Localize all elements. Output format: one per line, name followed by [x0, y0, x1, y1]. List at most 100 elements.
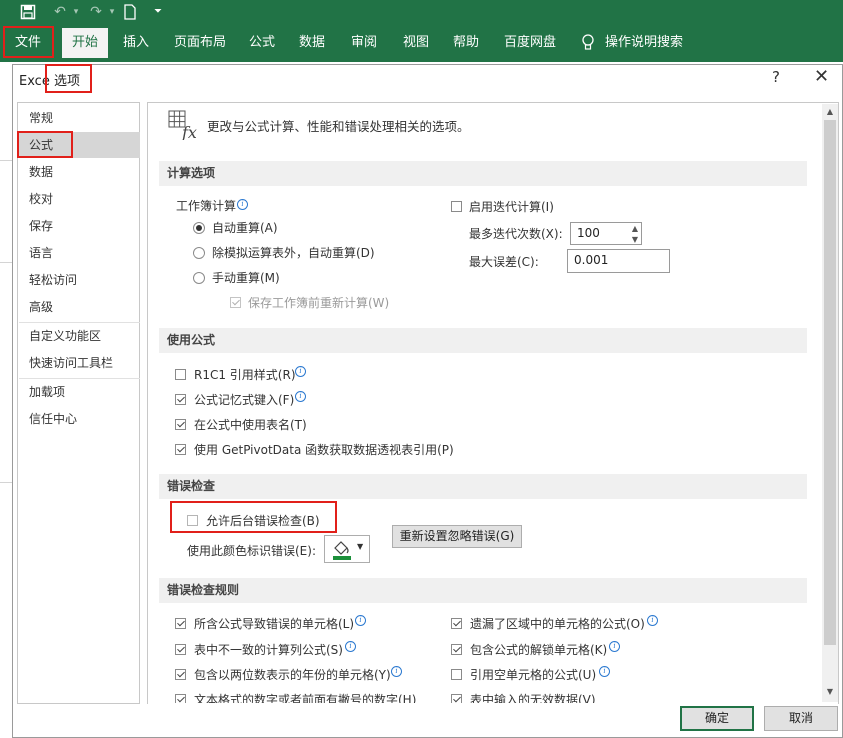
gridline — [0, 482, 12, 483]
tab-baidu-netdisk[interactable]: 百度网盘 — [500, 28, 560, 58]
nav-item-trust-center[interactable]: 信任中心 — [19, 406, 140, 432]
scrollbar-thumb[interactable] — [824, 120, 836, 645]
checkbox-rule-two-digit-year-label[interactable]: 包含以两位数表示的年份的单元格(Y) — [194, 667, 391, 683]
radio-automatic[interactable] — [193, 222, 205, 234]
max-iterations-input[interactable]: 100 ▲ ▼ — [570, 222, 642, 245]
info-icon: i — [237, 199, 248, 210]
nav-item-quick-access-toolbar[interactable]: 快速访问工具栏 — [19, 350, 140, 376]
workbook-calc-text: 工作簿计算 — [176, 199, 237, 213]
checkbox-r1c1-label[interactable]: R1C1 引用样式(R) — [194, 367, 296, 383]
info-icon: i — [355, 615, 366, 626]
checkbox-rule-inconsistent-column-label[interactable]: 表中不一致的计算列公式(S) — [194, 642, 343, 658]
tab-review[interactable]: 审阅 — [346, 28, 382, 58]
dialog-title-prefix: Exce — [19, 74, 50, 89]
checkbox-rule-omitted-cells-label[interactable]: 遗漏了区域中的单元格的公式(O) — [470, 616, 645, 632]
nav-item-data[interactable]: 数据 — [19, 159, 140, 185]
nav-item-accessibility[interactable]: 轻松访问 — [19, 267, 140, 293]
tab-home[interactable]: 开始 — [62, 28, 108, 58]
nav-item-formulas[interactable]: 公式 — [19, 132, 140, 158]
section-error-checking: 错误检查 — [159, 474, 807, 499]
checkbox-rule-unlocked-cells[interactable] — [451, 644, 462, 655]
quick-access-toolbar: ↶ ▾ ↷ ▾ ⏷ — [0, 0, 843, 24]
nav-item-general[interactable]: 常规 — [19, 105, 140, 131]
customize-qat-icon[interactable]: ⏷ — [148, 2, 168, 22]
radio-automatic-except-tables-label[interactable]: 除模拟运算表外，自动重算(D) — [212, 245, 375, 261]
scroll-down-icon[interactable]: ▼ — [824, 686, 836, 698]
help-button[interactable]: ? — [772, 68, 780, 86]
spin-down-icon[interactable]: ▼ — [632, 230, 638, 250]
gridline — [0, 160, 12, 161]
nav-item-proofing[interactable]: 校对 — [19, 186, 140, 212]
checkbox-background-error-check-label[interactable]: 允许后台错误检查(B) — [206, 513, 320, 529]
checkbox-table-names[interactable] — [175, 419, 186, 430]
checkbox-table-names-label[interactable]: 在公式中使用表名(T) — [194, 417, 307, 433]
checkbox-rule-empty-cells-label[interactable]: 引用空单元格的公式(U) — [470, 667, 596, 683]
radio-automatic-label[interactable]: 自动重算(A) — [212, 220, 278, 236]
checkbox-iterative-calc[interactable] — [451, 201, 462, 212]
checkbox-r1c1[interactable] — [175, 369, 186, 380]
checkbox-rule-empty-cells[interactable] — [451, 669, 462, 680]
checkbox-rule-omitted-cells[interactable] — [451, 618, 462, 629]
ok-button[interactable]: 确定 — [680, 706, 754, 731]
gridline — [0, 262, 12, 263]
section-calculation: 计算选项 — [159, 161, 807, 186]
tab-file[interactable]: 文件 — [4, 28, 52, 58]
paint-bucket-icon — [333, 541, 351, 560]
info-icon: i — [647, 615, 658, 626]
checkbox-recalc-before-save[interactable] — [230, 297, 241, 308]
info-icon: i — [345, 641, 356, 652]
checkbox-getpivotdata[interactable] — [175, 444, 186, 455]
section-working-with-formulas: 使用公式 — [159, 328, 807, 353]
nav-item-language[interactable]: 语言 — [19, 240, 140, 266]
checkbox-getpivotdata-label[interactable]: 使用 GetPivotData 函数获取数据透视表引用(P) — [194, 442, 454, 458]
chevron-down-icon: ▼ — [357, 542, 364, 551]
tab-formulas[interactable]: 公式 — [244, 28, 280, 58]
radio-manual[interactable] — [193, 272, 205, 284]
checkbox-rule-two-digit-year[interactable] — [175, 669, 186, 680]
info-icon: i — [609, 641, 620, 652]
section-error-checking-rules: 错误检查规则 — [159, 578, 807, 603]
checkbox-recalc-before-save-label[interactable]: 保存工作簿前重新计算(W) — [248, 295, 389, 311]
max-change-label: 最大误差(C): — [469, 255, 539, 269]
dialog-title-text: 选项 — [53, 74, 80, 89]
tab-data[interactable]: 数据 — [294, 28, 330, 58]
nav-item-add-ins[interactable]: 加载项 — [19, 379, 140, 405]
info-icon: i — [295, 366, 306, 377]
nav-item-save[interactable]: 保存 — [19, 213, 140, 239]
tab-help[interactable]: 帮助 — [448, 28, 484, 58]
cancel-button[interactable]: 取消 — [764, 706, 838, 731]
tab-insert[interactable]: 插入 — [116, 28, 156, 58]
dialog-title: Exce 选项 — [19, 70, 80, 89]
workbook-calc-label: 工作簿计算 — [176, 198, 236, 214]
tab-page-layout[interactable]: 页面布局 — [168, 28, 232, 58]
save-icon[interactable] — [18, 2, 38, 22]
nav-item-customize-ribbon[interactable]: 自定义功能区 — [19, 323, 140, 349]
tell-me-search[interactable]: 操作说明搜索 — [604, 28, 684, 58]
checkbox-rule-inconsistent-column[interactable] — [175, 644, 186, 655]
max-change-input[interactable]: 0.001 — [567, 249, 670, 273]
scroll-up-icon[interactable]: ▲ — [824, 106, 836, 118]
new-file-icon[interactable] — [120, 2, 140, 22]
close-button[interactable]: ✕ — [814, 66, 829, 87]
max-iterations-label: 最多迭代次数(X): — [469, 227, 563, 241]
checkbox-iterative-calc-label[interactable]: 启用迭代计算(I) — [469, 199, 554, 215]
checkbox-formula-autocomplete[interactable] — [175, 394, 186, 405]
checkbox-rule-error-formulas-label[interactable]: 所含公式导致错误的单元格(L) — [194, 616, 354, 632]
svg-text:fx: fx — [181, 123, 197, 140]
error-color-picker[interactable]: ▼ — [324, 535, 370, 563]
radio-manual-label[interactable]: 手动重算(M) — [212, 270, 280, 286]
tab-view[interactable]: 视图 — [398, 28, 434, 58]
checkbox-rule-error-formulas[interactable] — [175, 618, 186, 629]
checkbox-rule-unlocked-cells-label[interactable]: 包含公式的解锁单元格(K) — [470, 642, 607, 658]
options-nav: 常规 公式 数据 校对 保存 语言 轻松访问 高级 自定义功能区 快速访问工具栏… — [17, 102, 140, 704]
info-icon: i — [295, 391, 306, 402]
undo-dropdown-icon[interactable]: ▾ — [66, 2, 86, 22]
checkbox-formula-autocomplete-label[interactable]: 公式记忆式键入(F) — [194, 392, 294, 408]
error-color-label: 使用此颜色标识错误(E): — [187, 544, 316, 558]
nav-item-advanced[interactable]: 高级 — [19, 294, 140, 320]
redo-dropdown-icon[interactable]: ▾ — [102, 2, 122, 22]
radio-automatic-except-tables[interactable] — [193, 247, 205, 259]
checkbox-background-error-check[interactable] — [187, 515, 198, 526]
lightbulb-icon[interactable] — [578, 28, 598, 58]
reset-ignored-errors-button[interactable]: 重新设置忽略错误(G) — [392, 525, 522, 548]
